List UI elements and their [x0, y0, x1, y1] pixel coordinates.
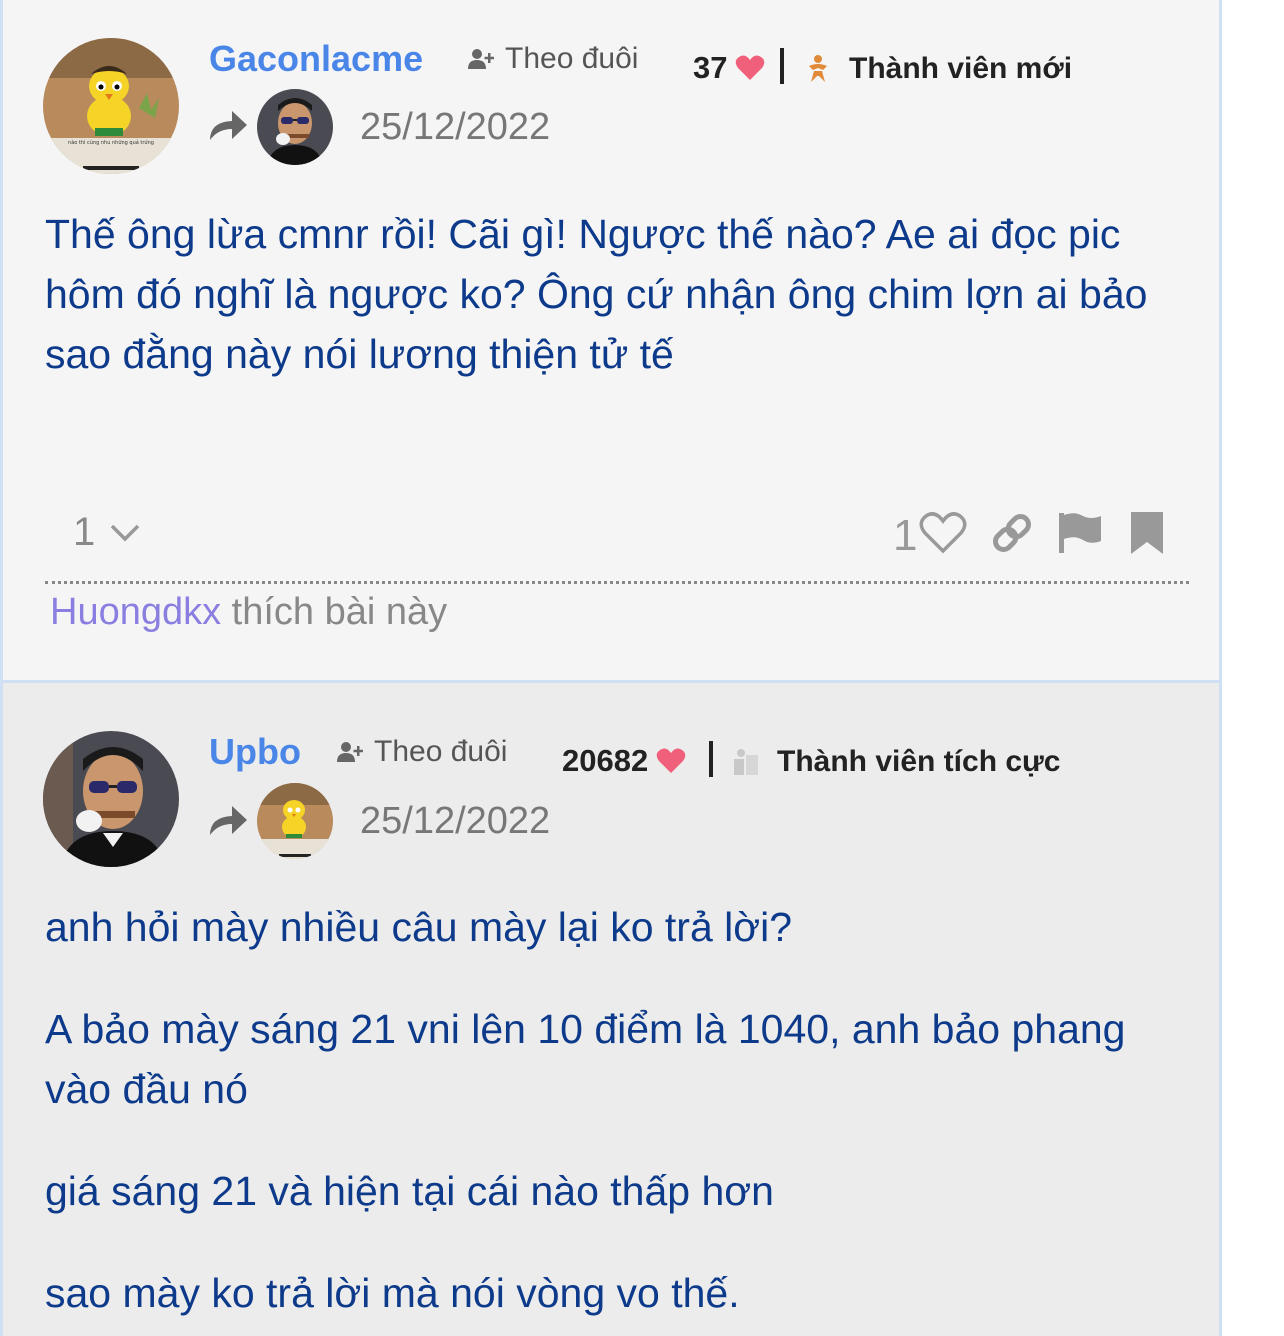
post-date: 25/12/2022	[360, 800, 551, 842]
rank-label: Thành viên mới	[849, 52, 1073, 85]
post-paragraph: Thế ông lừa cmnr rồi! Cãi gì! Ngược thế …	[45, 211, 1148, 377]
post-paragraph: anh hỏi mày nhiều câu mày lại ko trả lời…	[45, 904, 793, 950]
rank-active-member-icon	[734, 749, 758, 775]
follow-button[interactable]: Theo đuôi	[336, 735, 507, 769]
rank-label: Thành viên tích cực	[777, 745, 1061, 778]
post-actions: 1	[893, 510, 1165, 561]
post-date: 25/12/2022	[360, 106, 551, 148]
report-button[interactable]	[1057, 511, 1103, 560]
reply-arrow-icon	[210, 806, 247, 835]
like-button[interactable]	[919, 511, 967, 560]
follow-label: Theo đuôi	[505, 42, 639, 75]
like-count: 1	[893, 510, 918, 560]
liked-by-user[interactable]: Huongdkx	[50, 591, 221, 633]
divider	[780, 48, 784, 84]
like-total-value: 20682	[562, 743, 649, 778]
avatar-caption: nào thì cùng nhu những quả trứng	[68, 139, 154, 146]
post: nào thì cùng nhu những quả trứng Gaconla…	[3, 0, 1219, 680]
follow-user-icon	[337, 742, 363, 762]
heart-icon	[736, 55, 765, 80]
rank-badge: Thành viên tích cực	[733, 745, 1060, 779]
follow-label: Theo đuôi	[374, 735, 508, 768]
heart-outline-icon	[919, 512, 967, 554]
username[interactable]: Gaconlacme	[209, 38, 423, 80]
reply-count: 1	[73, 510, 96, 554]
post: Upbo Theo đuôi 20682 Thành viên tích cực	[3, 680, 1219, 1336]
follow-user-icon	[468, 49, 494, 69]
rank-badge: Thành viên mới	[805, 52, 1072, 86]
thread-container: nào thì cùng nhu những quả trứng Gaconla…	[0, 0, 1222, 1336]
divider	[45, 581, 1189, 584]
link-icon	[993, 514, 1032, 552]
liked-by: Huongdkx thích bài này	[50, 588, 447, 636]
heart-icon	[656, 748, 686, 773]
flag-icon	[1059, 513, 1102, 553]
like-total: 20682	[562, 743, 686, 779]
avatar[interactable]: nào thì cùng nhu những quả trứng	[43, 38, 179, 174]
copy-link-button[interactable]	[989, 510, 1035, 561]
reply-arrow-icon	[210, 111, 247, 140]
follow-button[interactable]: Theo đuôi	[467, 42, 638, 76]
reply-to-avatar[interactable]	[257, 783, 333, 859]
divider	[709, 741, 713, 777]
post-content: anh hỏi mày nhiều câu mày lại ko trả lời…	[45, 897, 1195, 1323]
post-paragraph: A bảo mày sáng 21 vni lên 10 điểm là 104…	[45, 1006, 1126, 1112]
post-content: Thế ông lừa cmnr rồi! Cãi gì! Ngược thế …	[45, 204, 1195, 384]
like-total: 37	[693, 50, 765, 86]
bookmark-button[interactable]	[1129, 510, 1165, 561]
rank-new-member-icon	[809, 55, 827, 82]
avatar[interactable]	[43, 731, 179, 867]
replies-toggle[interactable]: 1	[73, 510, 141, 555]
chevron-down-icon	[111, 524, 140, 541]
reply-to-avatar[interactable]	[257, 89, 333, 165]
like-total-value: 37	[693, 50, 728, 85]
liked-by-suffix: thích bài này	[221, 591, 448, 633]
post-paragraph: sao mày ko trả lời mà nói vòng vo thế.	[45, 1270, 740, 1316]
bookmark-icon	[1131, 512, 1164, 554]
username[interactable]: Upbo	[209, 731, 301, 773]
post-paragraph: giá sáng 21 và hiện tại cái nào thấp hơn	[45, 1168, 774, 1214]
